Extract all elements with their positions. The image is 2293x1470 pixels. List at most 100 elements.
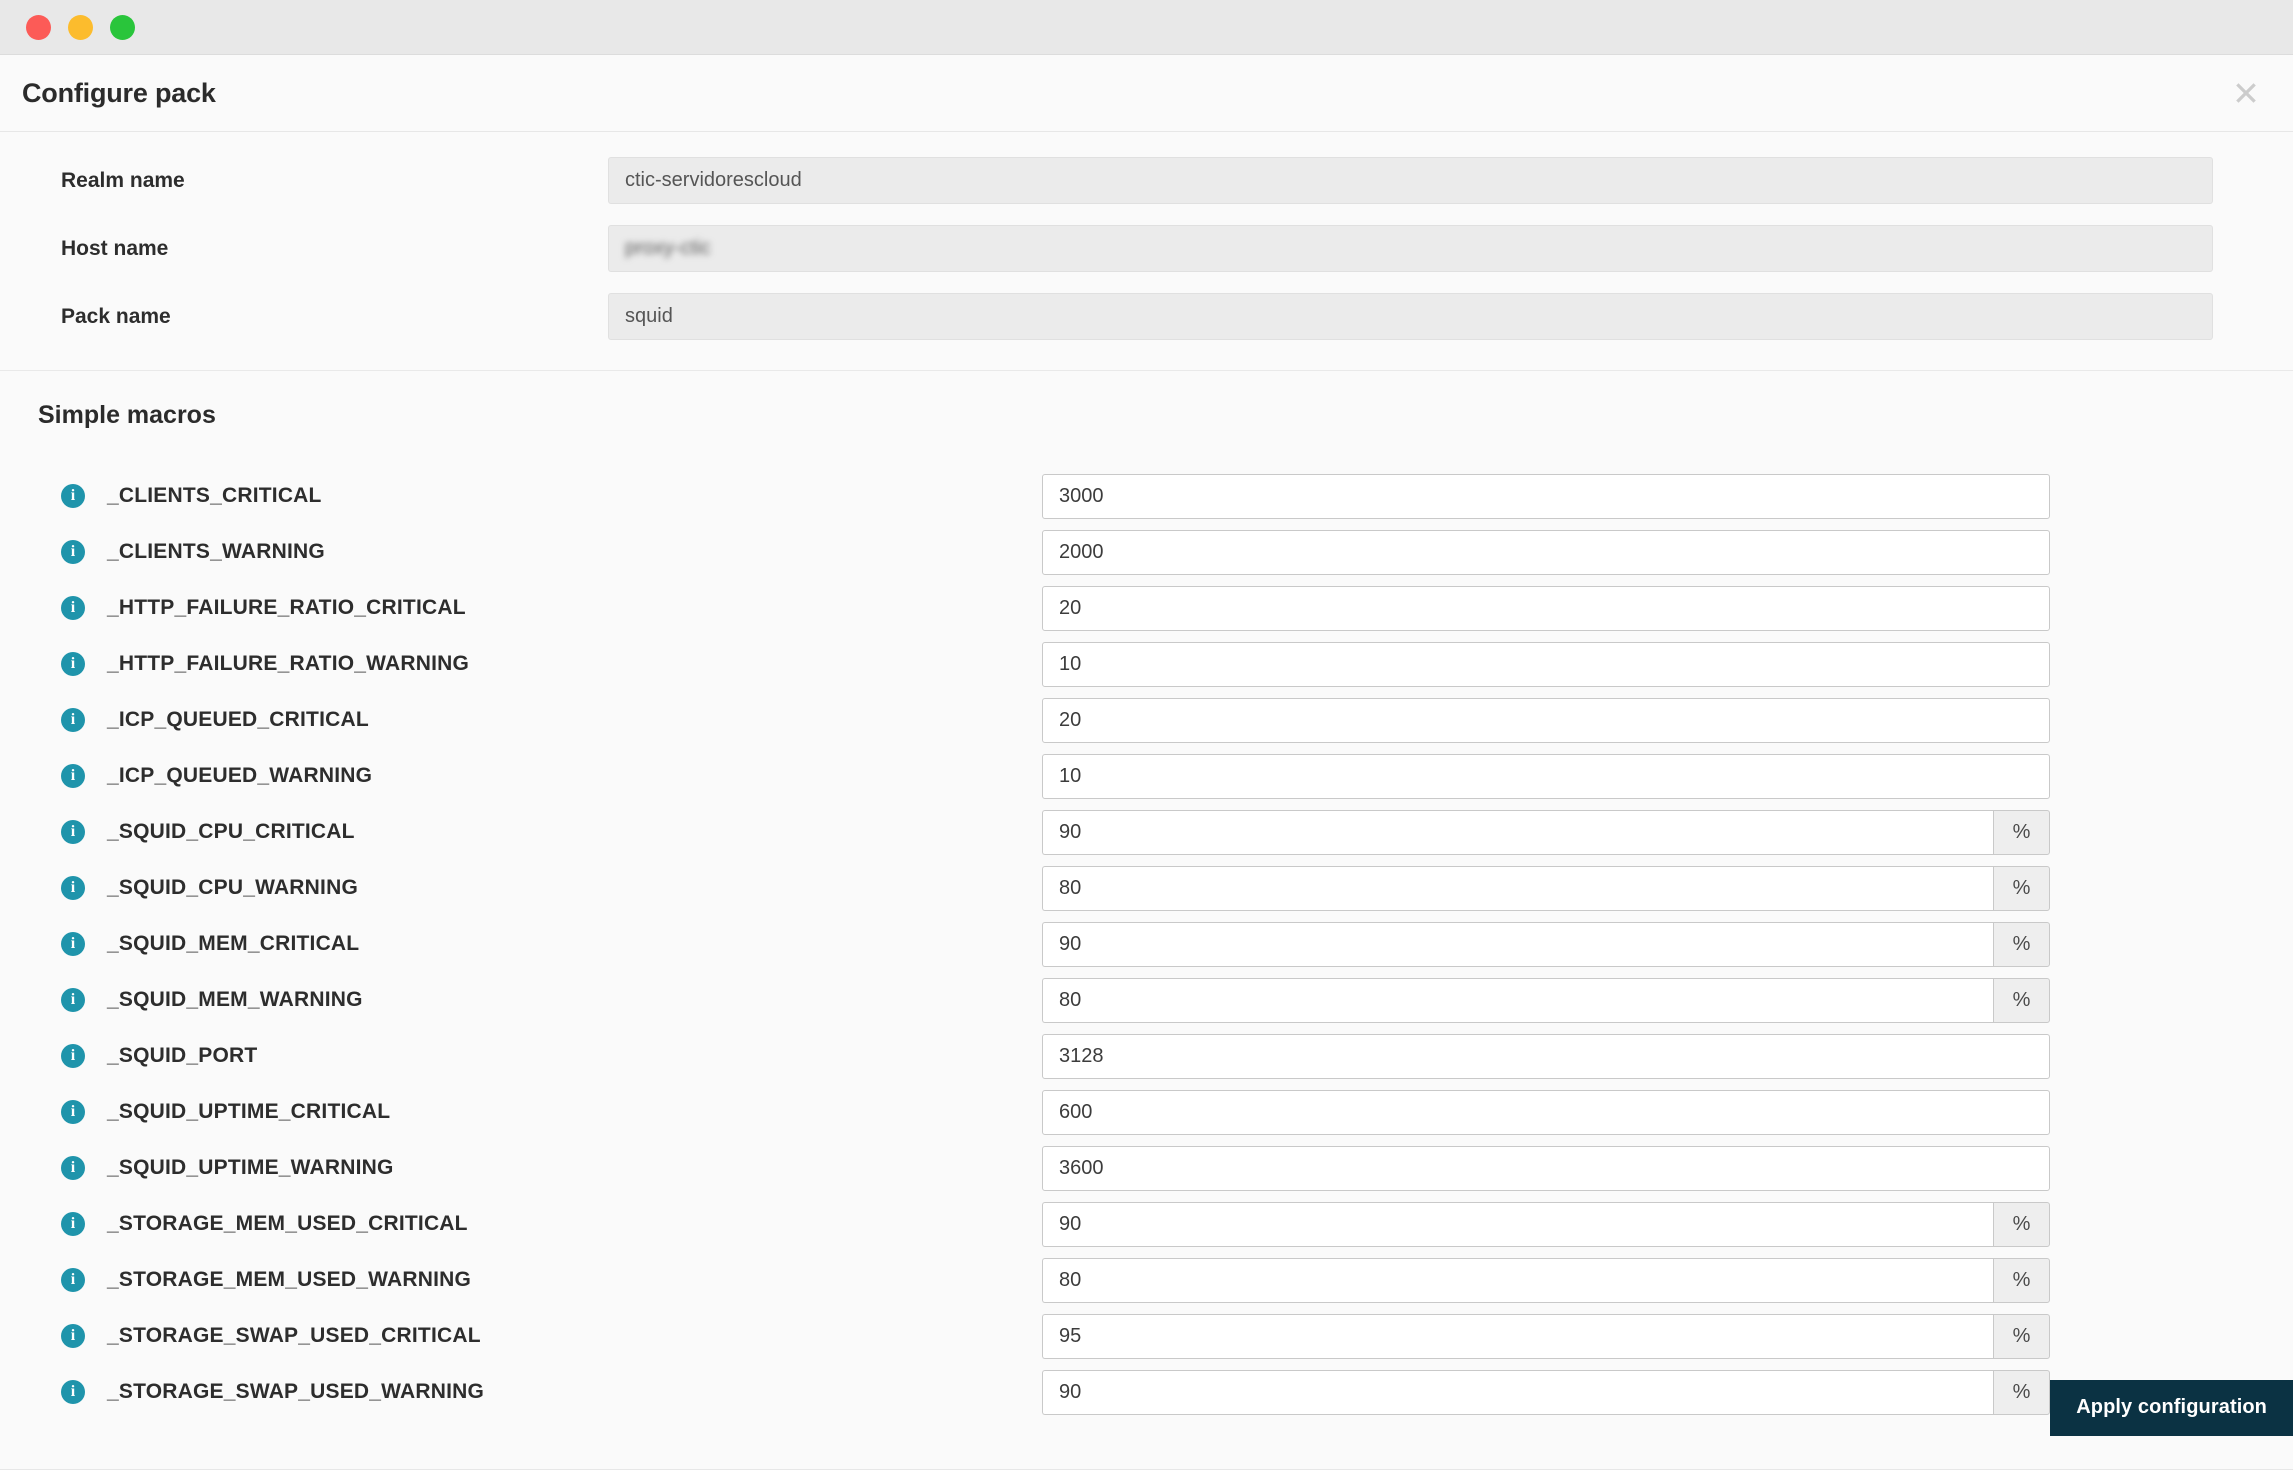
macro-value-input[interactable]: 10 [1042,641,2050,687]
macro-value-input[interactable]: 90 [1042,1201,1993,1247]
macro-value-input[interactable]: 3128 [1042,1033,2050,1079]
macro-label: _CLIENTS_WARNING [107,540,325,563]
macro-label: _HTTP_FAILURE_RATIO_WARNING [107,652,470,675]
macro-row: i _SQUID_CPU_CRITICAL 90% [0,804,2293,860]
macro-label: _HTTP_FAILURE_RATIO_CRITICAL [107,596,466,619]
pack-identity-form: Realm name ctic-servidorescloud Host nam… [0,132,2293,371]
macro-label: _SQUID_MEM_WARNING [107,988,363,1011]
info-icon[interactable]: i [61,820,85,844]
macro-row: i _CLIENTS_WARNING 2000 [0,524,2293,580]
macro-input-group: 3600 [1042,1145,2050,1191]
macro-row: i _CLIENTS_CRITICAL 3000 [0,468,2293,524]
macro-value-input[interactable]: 20 [1042,697,2050,743]
macro-label: _STORAGE_SWAP_USED_CRITICAL [107,1324,481,1347]
window-close-button[interactable] [26,14,51,40]
modal-footer: Apply configuration [0,1350,2293,1470]
macro-label: _STORAGE_MEM_USED_CRITICAL [107,1212,468,1235]
info-icon[interactable]: i [61,1044,85,1068]
macro-value-input[interactable]: 3000 [1042,473,2050,519]
percent-suffix: % [1993,1201,2050,1247]
form-row-realm-name: Realm name ctic-servidorescloud [38,157,2255,204]
macro-row: i _SQUID_MEM_WARNING 80% [0,972,2293,1028]
macro-label: _CLIENTS_CRITICAL [107,484,322,507]
realm-name-field: ctic-servidorescloud [608,157,2213,204]
macro-value-input[interactable]: 2000 [1042,529,2050,575]
macro-value-input[interactable]: 80 [1042,977,1993,1023]
info-icon[interactable]: i [61,708,85,732]
close-icon[interactable] [2229,76,2263,110]
macro-label: _SQUID_CPU_WARNING [107,876,358,899]
percent-suffix: % [1993,809,2050,855]
info-icon[interactable]: i [61,652,85,676]
percent-suffix: % [1993,1257,2050,1303]
macro-row: i _HTTP_FAILURE_RATIO_WARNING 10 [0,636,2293,692]
macro-input-group: 3000 [1042,473,2050,519]
macro-label: _ICP_QUEUED_WARNING [107,764,373,787]
macro-row: i _SQUID_PORT 3128 [0,1028,2293,1084]
app-window: Configure pack Realm name ctic-servidore… [0,0,2293,1470]
macro-value-input[interactable]: 80 [1042,1257,1993,1303]
macro-value-input[interactable]: 3600 [1042,1145,2050,1191]
modal-body: Realm name ctic-servidorescloud Host nam… [0,132,2293,1470]
pack-name-field: squid [608,293,2213,340]
apply-configuration-button[interactable]: Apply configuration [2050,1380,2293,1436]
macro-input-group: 10 [1042,753,2050,799]
macro-input-group: 90% [1042,1201,2050,1247]
macro-input-group: 80% [1042,977,2050,1023]
info-icon[interactable]: i [61,988,85,1012]
info-icon[interactable]: i [61,764,85,788]
macro-row: i _HTTP_FAILURE_RATIO_CRITICAL 20 [0,580,2293,636]
modal-header: Configure pack [0,55,2293,132]
info-icon[interactable]: i [61,1212,85,1236]
info-icon[interactable]: i [61,1156,85,1180]
info-icon[interactable]: i [61,876,85,900]
info-icon[interactable]: i [61,1100,85,1124]
host-name-field: proxy-ctic [608,225,2213,272]
macro-value-input[interactable]: 80 [1042,865,1993,911]
macro-row: i _SQUID_UPTIME_WARNING 3600 [0,1140,2293,1196]
macro-input-group: 2000 [1042,529,2050,575]
percent-suffix: % [1993,865,2050,911]
macro-input-group: 600 [1042,1089,2050,1135]
macro-label: _SQUID_MEM_CRITICAL [107,932,360,955]
macro-input-group: 80% [1042,865,2050,911]
macro-input-group: 10 [1042,641,2050,687]
host-name-value-redacted: proxy-ctic [625,237,711,259]
macro-row: i _SQUID_UPTIME_CRITICAL 600 [0,1084,2293,1140]
macro-row: i _SQUID_CPU_WARNING 80% [0,860,2293,916]
realm-name-label: Realm name [61,168,185,192]
host-name-label: Host name [61,236,169,260]
macro-row: i _ICP_QUEUED_WARNING 10 [0,748,2293,804]
macro-value-input[interactable]: 90 [1042,809,1993,855]
info-icon[interactable]: i [61,484,85,508]
macro-label: _SQUID_UPTIME_CRITICAL [107,1100,391,1123]
macro-input-group: 20 [1042,697,2050,743]
info-icon[interactable]: i [61,1324,85,1348]
macro-label: _STORAGE_MEM_USED_WARNING [107,1268,472,1291]
macro-label: _ICP_QUEUED_CRITICAL [107,708,369,731]
macro-label: _SQUID_UPTIME_WARNING [107,1156,394,1179]
form-row-host-name: Host name proxy-ctic [38,225,2255,272]
form-row-pack-name: Pack name squid [38,293,2255,340]
macro-input-group: 90% [1042,921,2050,967]
macro-value-input[interactable]: 90 [1042,921,1993,967]
macro-input-group: 80% [1042,1257,2050,1303]
window-zoom-button[interactable] [110,14,135,40]
macro-value-input[interactable]: 600 [1042,1089,2050,1135]
info-icon[interactable]: i [61,540,85,564]
macro-value-input[interactable]: 20 [1042,585,2050,631]
macro-label: _SQUID_PORT [107,1044,258,1067]
info-icon[interactable]: i [61,932,85,956]
window-minimize-button[interactable] [68,14,93,40]
macro-row: i _ICP_QUEUED_CRITICAL 20 [0,692,2293,748]
percent-suffix: % [1993,977,2050,1023]
macro-value-input[interactable]: 10 [1042,753,2050,799]
macro-row: i _STORAGE_MEM_USED_WARNING 80% [0,1252,2293,1308]
simple-macros-heading: Simple macros [38,401,216,429]
macro-list: i _CLIENTS_CRITICAL 3000 i _CLIENTS_WARNING 2… [0,444,2293,1420]
info-icon[interactable]: i [61,1268,85,1292]
macro-row: i _SQUID_MEM_CRITICAL 90% [0,916,2293,972]
window-titlebar [0,0,2293,55]
info-icon[interactable]: i [61,596,85,620]
page-title: Configure pack [22,77,216,108]
